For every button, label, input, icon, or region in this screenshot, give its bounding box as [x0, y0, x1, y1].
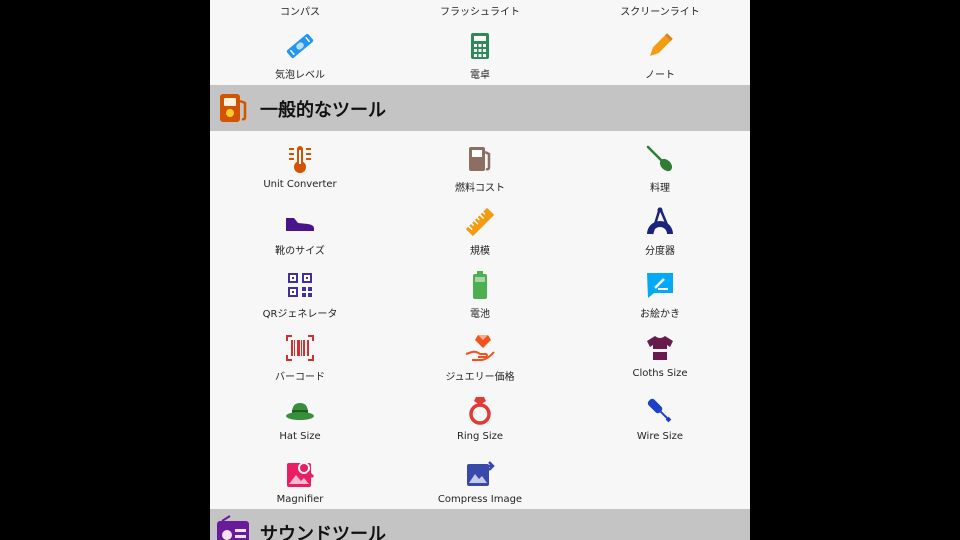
tool-protractor[interactable]: 分度器	[570, 198, 750, 261]
tool-magnifier[interactable]: Magnifier	[210, 450, 390, 513]
tool-label: 燃料コスト	[455, 183, 505, 194]
tool-label: スクリーンライト	[620, 7, 700, 18]
ruler-icon	[464, 206, 496, 238]
tool-label: 規模	[470, 246, 490, 257]
tool-label: 靴のサイズ	[275, 246, 325, 257]
tool-label: 電卓	[470, 70, 490, 81]
jewelry-icon	[464, 332, 496, 364]
radio-icon	[216, 515, 250, 540]
pencil-icon	[644, 30, 676, 62]
tool-label: Magnifier	[276, 494, 324, 505]
wire-icon	[644, 395, 676, 427]
calculator-icon	[464, 30, 496, 62]
tool-label: コンパス	[280, 7, 320, 18]
bubble-level-icon	[284, 30, 316, 62]
shirt-icon	[644, 332, 676, 364]
tool-label: ノート	[645, 70, 675, 81]
tool-label: バーコード	[275, 372, 325, 383]
tool-flashlight[interactable]: フラッシュライト	[390, 0, 570, 20]
tool-note[interactable]: ノート	[570, 22, 750, 85]
tools-row: Magnifier Compress Image	[210, 450, 750, 513]
section-title: 一般的なツール	[260, 100, 386, 121]
tools-row: 靴のサイズ 規模 分度器	[210, 198, 750, 261]
tool-unit-converter[interactable]: Unit Converter	[210, 135, 390, 198]
magnifier-icon	[284, 458, 316, 490]
compress-image-icon	[464, 458, 496, 490]
tools-row: バーコード ジュエリー価格 Cloths Size	[210, 324, 750, 387]
battery-icon	[464, 269, 496, 301]
tool-scale[interactable]: 規模	[390, 198, 570, 261]
tool-battery[interactable]: 電池	[390, 261, 570, 324]
tool-label: 分度器	[645, 246, 675, 257]
section-header-general: 一般的なツール	[210, 85, 750, 131]
fuel-pump-icon	[216, 91, 250, 125]
tool-label: 気泡レベル	[275, 70, 325, 81]
section-header-sound: サウンドツール	[210, 509, 750, 540]
protractor-icon	[644, 206, 676, 238]
tool-fuel-cost[interactable]: 燃料コスト	[390, 135, 570, 198]
section-title: サウンドツール	[260, 524, 386, 540]
tools-row: 気泡レベル 電卓 ノート	[210, 22, 750, 85]
tool-shoe-size[interactable]: 靴のサイズ	[210, 198, 390, 261]
shoe-icon	[284, 206, 316, 238]
tool-label: Wire Size	[636, 431, 684, 442]
hat-icon	[284, 395, 316, 427]
tool-label: 電池	[470, 309, 490, 320]
barcode-icon	[284, 332, 316, 364]
tool-label: QRジェネレータ	[262, 309, 338, 320]
tool-label: フラッシュライト	[440, 7, 520, 18]
tool-cooking[interactable]: 料理	[570, 135, 750, 198]
tools-row: Unit Converter 燃料コスト 料理	[210, 135, 750, 198]
tool-wire-size[interactable]: Wire Size	[570, 387, 750, 450]
tool-calculator[interactable]: 電卓	[390, 22, 570, 85]
tool-jewelry-price[interactable]: ジュエリー価格	[390, 324, 570, 387]
tool-cloths-size[interactable]: Cloths Size	[570, 324, 750, 387]
tool-qr-generator[interactable]: QRジェネレータ	[210, 261, 390, 324]
ring-icon	[464, 395, 496, 427]
tool-label: お絵かき	[640, 309, 680, 320]
tool-drawing[interactable]: お絵かき	[570, 261, 750, 324]
tool-label: Hat Size	[279, 431, 321, 442]
tool-barcode[interactable]: バーコード	[210, 324, 390, 387]
tool-label: Ring Size	[456, 431, 504, 442]
tool-label: Cloths Size	[632, 368, 688, 379]
tool-hat-size[interactable]: Hat Size	[210, 387, 390, 450]
thermometer-icon	[284, 143, 316, 175]
tool-screen-light[interactable]: スクリーンライト	[570, 0, 750, 20]
spatula-icon	[644, 143, 676, 175]
tool-compress-image[interactable]: Compress Image	[390, 450, 570, 513]
tool-label: Compress Image	[437, 494, 523, 505]
tool-label: Unit Converter	[263, 179, 337, 190]
drawing-icon	[644, 269, 676, 301]
fuel-icon	[464, 143, 496, 175]
tool-label: ジュエリー価格	[445, 372, 515, 383]
qr-code-icon	[284, 269, 316, 301]
tools-row: QRジェネレータ 電池 お絵かき	[210, 261, 750, 324]
tool-bubble-level[interactable]: 気泡レベル	[210, 22, 390, 85]
tool-label: 料理	[650, 183, 670, 194]
tools-row: Hat Size Ring Size Wire Size	[210, 387, 750, 450]
tool-ring-size[interactable]: Ring Size	[390, 387, 570, 450]
tools-row-top: コンパス フラッシュライト スクリーンライト	[210, 0, 750, 20]
tool-compass[interactable]: コンパス	[210, 0, 390, 20]
app-screen: コンパス フラッシュライト スクリーンライト 気泡レベル 電卓 ノート 一般的な…	[210, 0, 750, 540]
